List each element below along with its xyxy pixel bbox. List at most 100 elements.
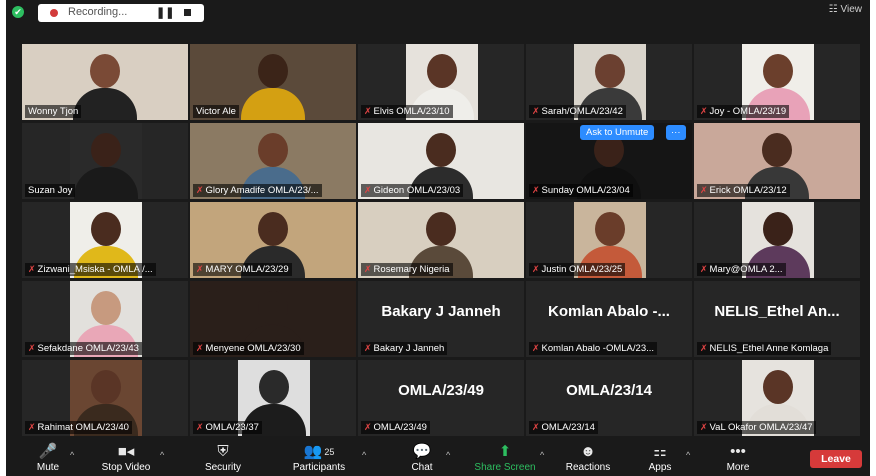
participant-display-name: OMLA/23/49 bbox=[398, 382, 484, 399]
more-button[interactable]: ••• More bbox=[718, 442, 758, 473]
participant-tile[interactable]: ✗ Zizwani_Msiska - OMLA /... bbox=[22, 202, 188, 278]
ask-to-unmute-button[interactable]: Ask to Unmute bbox=[580, 125, 655, 140]
participant-tile[interactable]: ✗ Glory Amadife OMLA/23/... bbox=[190, 123, 356, 199]
participant-tile[interactable]: Wonny Tjon bbox=[22, 44, 188, 120]
chat-button[interactable]: 💬 Chat bbox=[402, 442, 442, 473]
participant-head bbox=[763, 54, 793, 88]
participant-tile[interactable]: ✗ Justin OMLA/23/25 bbox=[526, 202, 692, 278]
chat-options-caret[interactable]: ^ bbox=[446, 450, 450, 460]
mute-button[interactable]: 🎤 Mute bbox=[28, 442, 68, 473]
participant-tile[interactable]: ✗ Rahimat OMLA/23/40 bbox=[22, 360, 188, 436]
participant-name-label: ✗ MARY OMLA/23/29 bbox=[193, 263, 292, 276]
leave-button[interactable]: Leave bbox=[810, 450, 862, 468]
apps-button[interactable]: ⚏ Apps bbox=[640, 442, 680, 473]
participant-name: Mary@OMLA 2... bbox=[709, 264, 783, 275]
participant-name-label: ✗ Elvis OMLA/23/10 bbox=[361, 105, 453, 118]
muted-mic-icon: ✗ bbox=[364, 185, 372, 195]
recording-label: Recording... bbox=[68, 6, 128, 18]
participant-name-label: Wonny Tjon bbox=[25, 105, 82, 118]
participant-tile[interactable]: OMLA/23/49 ✗ OMLA/23/49 bbox=[358, 360, 524, 436]
muted-mic-icon: ✗ bbox=[532, 185, 540, 195]
participant-body bbox=[241, 88, 305, 120]
muted-mic-icon: ✗ bbox=[28, 422, 36, 432]
participant-name: Glory Amadife OMLA/23/... bbox=[205, 185, 319, 196]
muted-mic-icon: ✗ bbox=[364, 106, 372, 116]
participant-display-name: Bakary J Janneh bbox=[381, 303, 501, 320]
participant-head bbox=[595, 54, 625, 88]
participant-head bbox=[259, 370, 289, 404]
participant-name-label: Victor Ale bbox=[193, 105, 239, 118]
muted-mic-icon: ✗ bbox=[196, 185, 204, 195]
apps-options-caret[interactable]: ^ bbox=[686, 450, 690, 460]
pause-recording-button[interactable]: ❚❚ bbox=[156, 6, 174, 19]
participant-tile[interactable]: ✗ Rosemary Nigeria bbox=[358, 202, 524, 278]
top-bar: ✔ Recording... ❚❚ ☷ View bbox=[6, 0, 870, 26]
participant-tile[interactable]: ✗ Gideon OMLA/23/03 bbox=[358, 123, 524, 199]
participant-head bbox=[595, 212, 625, 246]
participant-tile[interactable]: ✗ Erick OMLA/23/12 bbox=[694, 123, 860, 199]
participant-name: Bakary J Janneh bbox=[373, 343, 445, 354]
participant-name: OMLA/23/37 bbox=[205, 422, 259, 433]
participant-tile[interactable]: Bakary J Janneh ✗ Bakary J Janneh bbox=[358, 281, 524, 357]
participant-tile[interactable]: ✗ VaL Okafor OMLA/23/47 bbox=[694, 360, 860, 436]
participant-name: NELIS_Ethel Anne Komlaga bbox=[709, 343, 829, 354]
participants-button[interactable]: 👥 25 Participants bbox=[286, 442, 352, 473]
participant-name: Gideon OMLA/23/03 bbox=[373, 185, 461, 196]
recording-indicator: Recording... ❚❚ bbox=[38, 4, 204, 22]
participant-tile[interactable]: ✗ Joy - OMLA/23/19 bbox=[694, 44, 860, 120]
participant-name-label: ✗ Sarah/OMLA/23/42 bbox=[529, 105, 626, 118]
encryption-shield-icon[interactable]: ✔ bbox=[12, 6, 24, 18]
participant-tile[interactable]: Suzan Joy bbox=[22, 123, 188, 199]
tile-more-button[interactable]: ··· bbox=[666, 125, 686, 140]
participant-tile[interactable]: ✗ Elvis OMLA/23/10 bbox=[358, 44, 524, 120]
reactions-button[interactable]: ☻ Reactions bbox=[560, 442, 616, 473]
stop-video-button[interactable]: ■◂ Stop Video bbox=[94, 442, 158, 473]
participant-name: Rahimat OMLA/23/40 bbox=[37, 422, 129, 433]
share-options-caret[interactable]: ^ bbox=[540, 450, 544, 460]
participant-name-label: ✗ Sefakdane OMLA/23/43 bbox=[25, 342, 142, 355]
participant-name-label: ✗ Bakary J Janneh bbox=[361, 342, 448, 355]
muted-mic-icon: ✗ bbox=[28, 264, 36, 274]
participant-tile[interactable]: ✗ Menyene OMLA/23/30 bbox=[190, 281, 356, 357]
recording-dot-icon bbox=[50, 9, 58, 17]
participant-name: Wonny Tjon bbox=[28, 106, 79, 117]
view-button[interactable]: ☷ View bbox=[829, 4, 862, 15]
participant-name: Sefakdane OMLA/23/43 bbox=[37, 343, 139, 354]
muted-mic-icon: ✗ bbox=[364, 264, 372, 274]
share-screen-button[interactable]: ⬆ Share Screen bbox=[470, 442, 540, 473]
participant-name-label: ✗ NELIS_Ethel Anne Komlaga bbox=[697, 342, 832, 355]
participant-tile[interactable]: ✗ MARY OMLA/23/29 bbox=[190, 202, 356, 278]
participant-name-label: ✗ OMLA/23/14 bbox=[529, 421, 598, 434]
participant-tile[interactable]: NELIS_Ethel An... ✗ NELIS_Ethel Anne Komla… bbox=[694, 281, 860, 357]
participant-tile[interactable]: ✗ OMLA/23/37 bbox=[190, 360, 356, 436]
participant-name-label: ✗ Mary@OMLA 2... bbox=[697, 263, 786, 276]
more-icon: ••• bbox=[730, 443, 746, 460]
participant-name-label: ✗ Justin OMLA/23/25 bbox=[529, 263, 626, 276]
stop-recording-button[interactable] bbox=[184, 9, 191, 16]
participant-name: MARY OMLA/23/29 bbox=[205, 264, 289, 275]
participant-head bbox=[426, 133, 456, 167]
participant-tile[interactable]: ✗ Mary@OMLA 2... bbox=[694, 202, 860, 278]
muted-mic-icon: ✗ bbox=[700, 343, 708, 353]
participant-tile[interactable]: Ask to Unmute ··· ✗ Sunday OMLA/23/04 bbox=[526, 123, 692, 199]
share-screen-icon: ⬆ bbox=[498, 443, 512, 460]
participant-tile[interactable]: Victor Ale bbox=[190, 44, 356, 120]
security-button[interactable]: ⛨ Security bbox=[198, 442, 248, 473]
participant-tile[interactable]: OMLA/23/14 ✗ OMLA/23/14 bbox=[526, 360, 692, 436]
participant-head bbox=[426, 212, 456, 246]
participant-head bbox=[258, 54, 288, 88]
participants-options-caret[interactable]: ^ bbox=[362, 450, 366, 460]
muted-mic-icon: ✗ bbox=[28, 343, 36, 353]
participant-name: Sunday OMLA/23/04 bbox=[541, 185, 630, 196]
participant-name: OMLA/23/14 bbox=[541, 422, 595, 433]
participant-name: Suzan Joy bbox=[28, 185, 73, 196]
participant-head bbox=[91, 212, 121, 246]
participant-name: Komlan Abalo -OMLA/23... bbox=[541, 343, 655, 354]
participant-tile[interactable]: ✗ Sarah/OMLA/23/42 bbox=[526, 44, 692, 120]
participant-tile[interactable]: Komlan Abalo -... ✗ Komlan Abalo -OMLA/23.… bbox=[526, 281, 692, 357]
participant-tile[interactable]: ✗ Sefakdane OMLA/23/43 bbox=[22, 281, 188, 357]
video-options-caret[interactable]: ^ bbox=[160, 450, 164, 460]
participant-name-label: ✗ Komlan Abalo -OMLA/23... bbox=[529, 342, 658, 355]
participant-body bbox=[74, 167, 138, 199]
mute-options-caret[interactable]: ^ bbox=[70, 450, 74, 460]
